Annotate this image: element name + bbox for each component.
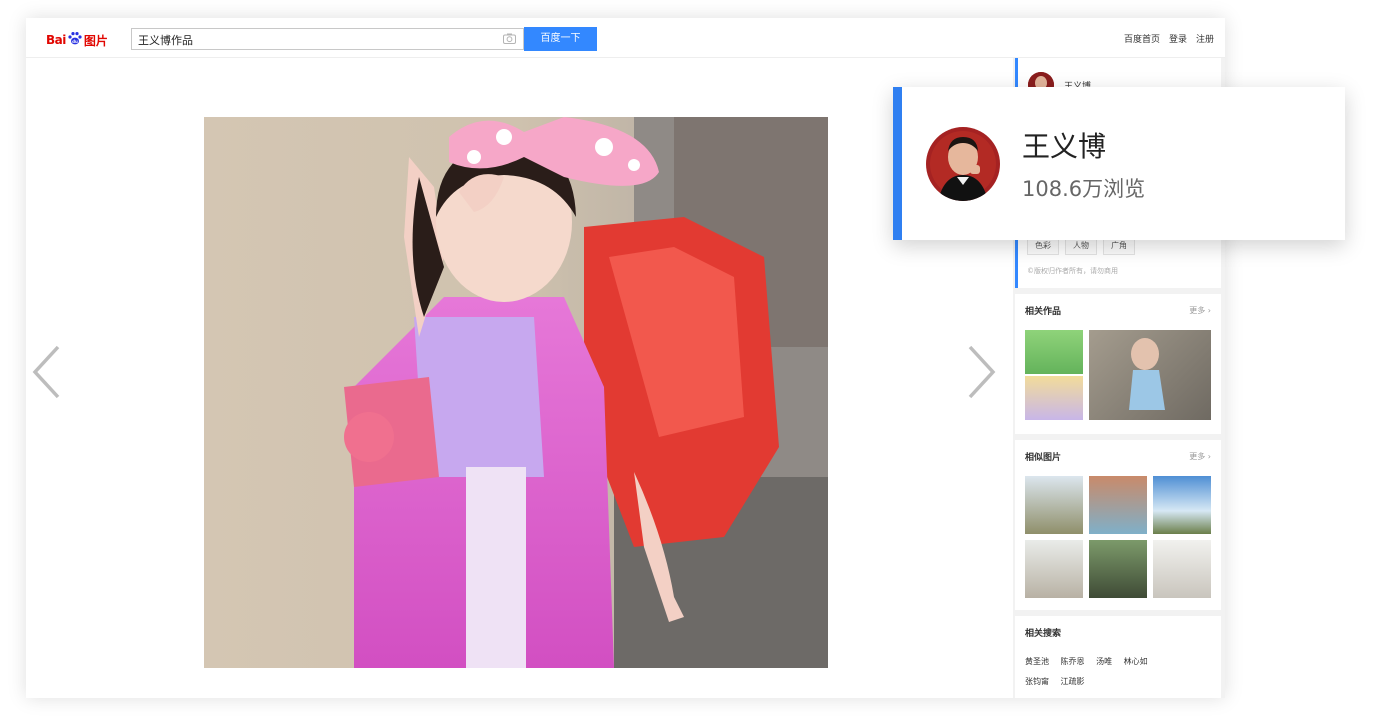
circle-arrow-icon: › bbox=[1207, 452, 1211, 461]
related-works-title: 相关作品 bbox=[1025, 307, 1062, 317]
related-search-link[interactable]: 江疏影 bbox=[1061, 677, 1085, 686]
similar-images-card: 相似图片 更多 › bbox=[1015, 440, 1221, 610]
author-avatar[interactable] bbox=[926, 127, 1000, 201]
search-button[interactable]: 百度一下 bbox=[524, 27, 597, 51]
related-works-card: 相关作品 更多 › bbox=[1015, 294, 1221, 434]
similar-images-title: 相似图片 bbox=[1025, 453, 1062, 463]
related-search-link[interactable]: 陈乔恩 bbox=[1061, 657, 1085, 666]
similar-thumb[interactable] bbox=[1025, 476, 1083, 534]
related-searches-card: 相关搜索 黄圣池 陈乔恩 汤唯 林心如 张钧甯 江疏影 bbox=[1015, 616, 1221, 698]
more-label: 更多 bbox=[1189, 306, 1206, 315]
logo-text-bai: Bai bbox=[46, 33, 66, 47]
top-links: 百度首页 登录 注册 bbox=[1124, 32, 1214, 45]
main-photo[interactable] bbox=[204, 117, 828, 668]
top-bar: Bai du 图片 王义博作品 百度一下 百度首页 登录 注册 bbox=[26, 18, 1225, 58]
logo-text-pictures: 图片 bbox=[83, 33, 108, 48]
related-search-link[interactable]: 林心如 bbox=[1124, 657, 1148, 666]
more-label: 更多 bbox=[1189, 452, 1206, 461]
similar-thumb[interactable] bbox=[1089, 540, 1147, 598]
work-thumb[interactable] bbox=[1089, 330, 1211, 420]
baidu-image-logo[interactable]: Bai du 图片 bbox=[46, 31, 108, 49]
related-search-link[interactable]: 汤唯 bbox=[1096, 657, 1112, 666]
search-input-value: 王义博作品 bbox=[138, 34, 193, 47]
similar-thumb[interactable] bbox=[1153, 476, 1211, 534]
similar-thumb[interactable] bbox=[1153, 540, 1211, 598]
link-baidu-home[interactable]: 百度首页 bbox=[1124, 32, 1160, 45]
work-thumb[interactable] bbox=[1025, 330, 1083, 374]
link-login[interactable]: 登录 bbox=[1169, 32, 1187, 45]
related-searches-title: 相关搜索 bbox=[1025, 629, 1062, 639]
similar-thumb[interactable] bbox=[1089, 476, 1147, 534]
search-input[interactable]: 王义博作品 bbox=[131, 28, 524, 50]
chevron-right-icon[interactable] bbox=[966, 344, 998, 400]
related-search-link[interactable]: 张钧甯 bbox=[1025, 677, 1049, 686]
camera-icon[interactable] bbox=[503, 33, 516, 44]
more-link[interactable]: 更多 › bbox=[1189, 451, 1211, 462]
work-thumb[interactable] bbox=[1025, 376, 1083, 420]
author-name[interactable]: 王义博 bbox=[1022, 125, 1106, 165]
author-view-count: 108.6万浏览 bbox=[1022, 177, 1146, 201]
link-register[interactable]: 注册 bbox=[1196, 32, 1214, 45]
svg-text:du: du bbox=[72, 39, 78, 44]
related-search-link[interactable]: 黄圣池 bbox=[1025, 657, 1049, 666]
circle-arrow-icon: › bbox=[1207, 306, 1211, 315]
similar-thumb[interactable] bbox=[1025, 540, 1083, 598]
chevron-left-icon[interactable] bbox=[30, 344, 62, 400]
related-search-links: 黄圣池 陈乔恩 汤唯 林心如 张钧甯 江疏影 bbox=[1025, 652, 1215, 692]
more-link[interactable]: 更多 › bbox=[1189, 305, 1211, 316]
author-popup-card[interactable]: 王义博 108.6万浏览 bbox=[893, 87, 1345, 240]
copyright-note: ©版权归作者所有，请勿商用 bbox=[1027, 267, 1118, 275]
paw-icon: du bbox=[67, 30, 83, 50]
